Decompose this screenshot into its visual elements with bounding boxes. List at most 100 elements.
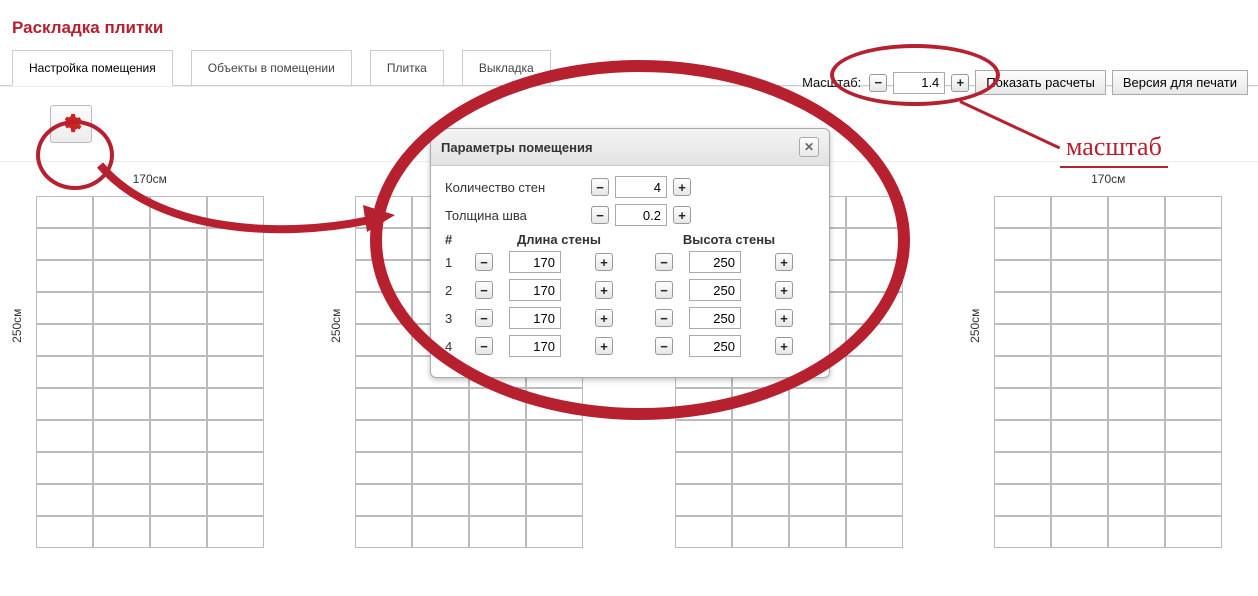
length-minus-button[interactable]: − <box>475 337 493 355</box>
tile <box>207 516 264 548</box>
tile <box>1051 196 1108 228</box>
tile <box>1165 452 1222 484</box>
height-input[interactable] <box>689 279 741 301</box>
tile <box>789 388 846 420</box>
height-plus-button[interactable]: + <box>775 253 793 271</box>
tile <box>1108 420 1165 452</box>
tab-objects[interactable]: Объекты в помещении <box>191 50 352 86</box>
tile <box>207 420 264 452</box>
wall-index: 3 <box>445 311 469 326</box>
tile <box>150 516 207 548</box>
tile <box>355 260 412 292</box>
tile <box>207 260 264 292</box>
tile <box>207 324 264 356</box>
tile <box>355 356 412 388</box>
length-minus-button[interactable]: − <box>475 309 493 327</box>
tile <box>207 356 264 388</box>
tile <box>355 484 412 516</box>
tile <box>789 516 846 548</box>
tile <box>1051 260 1108 292</box>
room-settings-button[interactable] <box>50 105 92 143</box>
seam-label: Толщина шва <box>445 208 585 223</box>
length-input[interactable] <box>509 335 561 357</box>
scale-plus-button[interactable]: + <box>951 74 969 92</box>
walls-count-minus-button[interactable]: − <box>591 178 609 196</box>
walls-count-plus-button[interactable]: + <box>673 178 691 196</box>
tile <box>789 420 846 452</box>
length-minus-button[interactable]: − <box>475 281 493 299</box>
print-version-button[interactable]: Версия для печати <box>1112 70 1248 95</box>
height-plus-button[interactable]: + <box>775 337 793 355</box>
height-input[interactable] <box>689 251 741 273</box>
tile <box>207 292 264 324</box>
seam-plus-button[interactable]: + <box>673 206 691 224</box>
tile <box>1165 228 1222 260</box>
tile <box>36 388 93 420</box>
walls-count-label: Количество стен <box>445 180 585 195</box>
tile <box>732 484 789 516</box>
close-icon[interactable]: ✕ <box>799 137 819 157</box>
tile <box>36 228 93 260</box>
tile <box>207 388 264 420</box>
tile <box>732 420 789 452</box>
tile <box>846 260 903 292</box>
length-minus-button[interactable]: − <box>475 253 493 271</box>
col-index: # <box>445 232 469 247</box>
length-input[interactable] <box>509 307 561 329</box>
height-input[interactable] <box>689 307 741 329</box>
tile <box>994 388 1051 420</box>
length-plus-button[interactable]: + <box>595 309 613 327</box>
tile <box>789 452 846 484</box>
tab-layout[interactable]: Выкладка <box>462 50 551 86</box>
tile <box>93 324 150 356</box>
tile <box>93 356 150 388</box>
height-minus-button[interactable]: − <box>655 281 673 299</box>
tile <box>93 420 150 452</box>
height-minus-button[interactable]: − <box>655 337 673 355</box>
tile <box>994 196 1051 228</box>
seam-minus-button[interactable]: − <box>591 206 609 224</box>
dialog-header[interactable]: Параметры помещения ✕ <box>431 129 829 166</box>
wall-grid <box>994 196 1222 548</box>
col-length: Длина стены <box>469 232 649 247</box>
tile <box>36 516 93 548</box>
tab-room-settings[interactable]: Настройка помещения <box>12 50 173 86</box>
height-plus-button[interactable]: + <box>775 309 793 327</box>
tile <box>412 452 469 484</box>
tile <box>526 420 583 452</box>
tile <box>846 324 903 356</box>
tile <box>36 292 93 324</box>
height-plus-button[interactable]: + <box>775 281 793 299</box>
tile <box>36 324 93 356</box>
tile <box>93 292 150 324</box>
seam-input[interactable] <box>615 204 667 226</box>
tile <box>1108 516 1165 548</box>
tile <box>93 484 150 516</box>
tile <box>150 420 207 452</box>
tab-tile[interactable]: Плитка <box>370 50 444 86</box>
height-input[interactable] <box>689 335 741 357</box>
tile <box>1165 260 1222 292</box>
height-minus-button[interactable]: − <box>655 309 673 327</box>
length-input[interactable] <box>509 251 561 273</box>
tile <box>789 484 846 516</box>
tile <box>1108 260 1165 292</box>
scale-label: Масштаб: <box>802 75 861 90</box>
tile <box>732 388 789 420</box>
scale-minus-button[interactable]: − <box>869 74 887 92</box>
length-input[interactable] <box>509 279 561 301</box>
length-plus-button[interactable]: + <box>595 253 613 271</box>
scale-input[interactable] <box>893 72 945 94</box>
length-plus-button[interactable]: + <box>595 281 613 299</box>
show-calculations-button[interactable]: Показать расчеты <box>975 70 1106 95</box>
tile <box>846 388 903 420</box>
tile <box>526 452 583 484</box>
walls-count-input[interactable] <box>615 176 667 198</box>
length-plus-button[interactable]: + <box>595 337 613 355</box>
wall-4: 170см 250см <box>994 172 1222 548</box>
wall-index: 1 <box>445 255 469 270</box>
height-minus-button[interactable]: − <box>655 253 673 271</box>
tile <box>675 388 732 420</box>
tile <box>675 516 732 548</box>
tile <box>1051 292 1108 324</box>
